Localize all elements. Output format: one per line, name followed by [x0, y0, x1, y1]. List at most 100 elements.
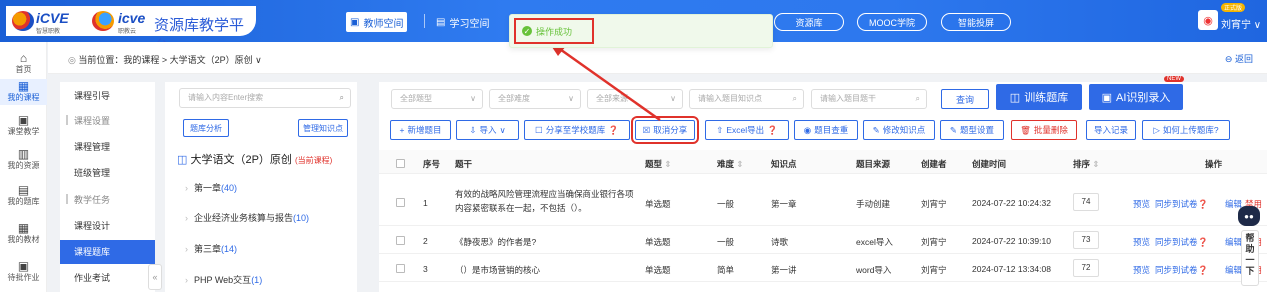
manage-knowledge-button[interactable]: 管理知识点: [298, 119, 348, 137]
share-icon: ☐: [535, 124, 543, 135]
sub-nav-guide[interactable]: 课程引导: [60, 84, 155, 108]
icve-logo-subtext: 智慧职教: [36, 29, 61, 35]
tree-node[interactable]: 企业经济业务核算与报告(10): [185, 211, 309, 224]
chevron-down-icon: ∨: [470, 94, 476, 103]
user-menu[interactable]: 刘宵宁 ∨: [1221, 16, 1261, 31]
type-filter-value: 全部题型: [400, 94, 432, 103]
row-source: excel导入: [856, 237, 893, 247]
how-to-upload-label: 如何上传题库?: [1162, 125, 1219, 135]
train-bank-button[interactable]: ◫ 训练题库: [996, 84, 1082, 110]
left-nav: ⌂ 首页 ▦ 我的课程 ▣ 课堂教学 ▥ 我的资源 ▤ 我的题库 ▦ 我的教材 …: [0, 42, 47, 292]
sub-nav-question-bank[interactable]: 课程题库: [60, 240, 155, 264]
how-to-upload-button[interactable]: ▷ 如何上传题库?: [1142, 120, 1230, 140]
type-filter-select[interactable]: 全部题型 ∨: [391, 89, 483, 109]
col-difficulty[interactable]: 难度 ⇕: [717, 158, 744, 170]
preview-link[interactable]: 预览: [1133, 198, 1150, 210]
left-nav-my-courses[interactable]: ▦ 我的课程: [0, 79, 47, 105]
select-all-checkbox[interactable]: [396, 159, 405, 168]
tree-node-label: 第三章: [194, 244, 222, 254]
add-question-button[interactable]: + 新增题目: [390, 120, 451, 140]
left-nav-resources[interactable]: ▥ 我的资源: [0, 148, 47, 174]
smart-cast-link[interactable]: 智能投屏: [941, 13, 1011, 31]
knowledge-search-input[interactable]: 请输入题目知识点 ⌕: [689, 89, 804, 109]
col-order[interactable]: 排序 ⇕: [1073, 158, 1100, 170]
col-type[interactable]: 题型 ⇕: [645, 158, 672, 170]
help-icon: ❓: [1197, 265, 1209, 275]
collapse-sidebar-button[interactable]: «: [148, 264, 162, 290]
col-stem: 题干: [455, 159, 473, 169]
vip-badge: 正式版: [1221, 3, 1246, 12]
tree-course-title[interactable]: ◫ 大学语文（2P）原创 (当前课程): [177, 151, 332, 167]
duplicate-check-button[interactable]: ◉ 题目查重: [794, 120, 858, 140]
nav-study-space[interactable]: ▤ 学习空间: [432, 12, 493, 32]
difficulty-filter-select[interactable]: 全部难度 ∨: [489, 89, 581, 109]
batch-delete-button[interactable]: 🗑 批量删除: [1011, 120, 1077, 140]
cancel-share-button[interactable]: ☒ 取消分享: [631, 116, 699, 144]
sync-to-paper-link[interactable]: 同步到试卷❓: [1155, 264, 1208, 276]
bank-analysis-button[interactable]: 题库分析: [183, 119, 229, 137]
stem-search-input[interactable]: 请输入题目题干 ⌕: [811, 89, 927, 109]
course-sub-sidebar: 课程引导 课程设置 课程管理 班级管理 教学任务 课程设计 课程题库 作业考试: [60, 82, 155, 292]
excel-export-button[interactable]: ⇧ Excel导出 ❓: [705, 120, 789, 140]
assistant-robot-icon[interactable]: ●●: [1238, 206, 1260, 226]
mooc-link[interactable]: MOOC学院: [857, 13, 927, 31]
chevron-down-icon: ∨: [1253, 20, 1262, 31]
col-difficulty-label: 难度: [717, 159, 735, 169]
row-type: 单选题: [645, 237, 671, 247]
row-checkbox[interactable]: [396, 236, 405, 245]
sub-nav-group-settings: 课程设置: [60, 109, 155, 133]
search-icon[interactable]: ⌕: [340, 89, 344, 107]
query-button[interactable]: 查询: [941, 89, 989, 109]
sync-to-paper-link[interactable]: 同步到试卷❓: [1155, 236, 1208, 248]
left-nav-classroom[interactable]: ▣ 课堂教学: [0, 114, 47, 140]
left-nav-home[interactable]: ⌂ 首页: [0, 52, 47, 78]
col-order-label: 排序: [1073, 159, 1091, 169]
col-time: 创建时间: [972, 159, 1007, 169]
left-nav-homework[interactable]: ▣ 待批作业: [0, 260, 47, 286]
left-nav-classroom-label: 课堂教学: [7, 127, 40, 136]
row-checkbox[interactable]: [396, 264, 405, 273]
col-no: 序号: [423, 159, 441, 169]
sub-nav-course-manage[interactable]: 课程管理: [60, 135, 155, 159]
ai-import-button[interactable]: ▣ AI识别录入: [1089, 84, 1183, 110]
row-order-input[interactable]: 72: [1073, 259, 1099, 277]
tree-search-input[interactable]: 请输入内容Enter搜索 ⌕: [179, 88, 351, 108]
import-button[interactable]: ⇩ 导入 ∨: [456, 120, 519, 140]
sub-nav-exam[interactable]: 作业考试: [60, 266, 155, 290]
table-header: [379, 150, 1267, 174]
avatar[interactable]: ◉: [1198, 10, 1218, 30]
logo-area[interactable]: iCVE 智慧职教 icve 职教云 资源库教学平台: [6, 6, 256, 55]
sub-nav-class-manage[interactable]: 班级管理: [60, 161, 155, 185]
row-stem[interactable]: （）是市场营销的核心: [455, 264, 540, 276]
breadcrumb[interactable]: ◎ 当前位置：我的课程 > 大学语文（2P）原创 ∨: [68, 53, 262, 66]
sync-to-paper-link[interactable]: 同步到试卷❓: [1155, 198, 1208, 210]
source-filter-value: 全部来源: [596, 94, 628, 103]
preview-link[interactable]: 预览: [1133, 236, 1150, 248]
ai-import-label: AI识别录入: [1116, 92, 1171, 104]
nav-teacher-space[interactable]: ▣ 教师空间: [346, 12, 408, 32]
resource-library-link[interactable]: 资源库: [774, 13, 844, 31]
share-to-school-button[interactable]: ☐ 分享至学校题库 ❓: [524, 120, 630, 140]
import-record-button[interactable]: 导入记录: [1086, 120, 1136, 140]
back-button[interactable]: ⊖ 返回: [1225, 52, 1253, 65]
help-tab[interactable]: 帮助一下: [1241, 230, 1259, 286]
row-order-input[interactable]: 73: [1073, 231, 1099, 249]
row-stem[interactable]: 《静夜思》的作者是?: [455, 236, 536, 248]
row-stem[interactable]: 有效的战略风险管理流程应当确保商业银行各项内容紧密联系在一起，不包括（）。: [455, 187, 635, 215]
type-settings-button[interactable]: ✎ 题型设置: [940, 120, 1004, 140]
help-icon: ❓: [1197, 199, 1209, 209]
tree-node[interactable]: PHP Web交互(1): [185, 273, 262, 286]
edit-link[interactable]: 编辑: [1225, 264, 1242, 276]
tree-node[interactable]: 第一章(40): [185, 181, 237, 194]
tree-node[interactable]: 第三章(14): [185, 242, 237, 255]
edit-link[interactable]: 编辑: [1225, 236, 1242, 248]
edit-knowledge-button[interactable]: ✎ 修改知识点: [863, 120, 935, 140]
left-nav-question-bank[interactable]: ▤ 我的题库: [0, 184, 47, 210]
preview-link[interactable]: 预览: [1133, 264, 1150, 276]
row-order-input[interactable]: 74: [1073, 193, 1099, 211]
row-knowledge: 诗歌: [771, 237, 789, 247]
sub-nav-course-design[interactable]: 课程设计: [60, 214, 155, 238]
source-filter-select[interactable]: 全部来源 ∨: [587, 89, 683, 109]
row-checkbox[interactable]: [396, 198, 405, 207]
left-nav-textbook[interactable]: ▦ 我的教材: [0, 222, 47, 248]
